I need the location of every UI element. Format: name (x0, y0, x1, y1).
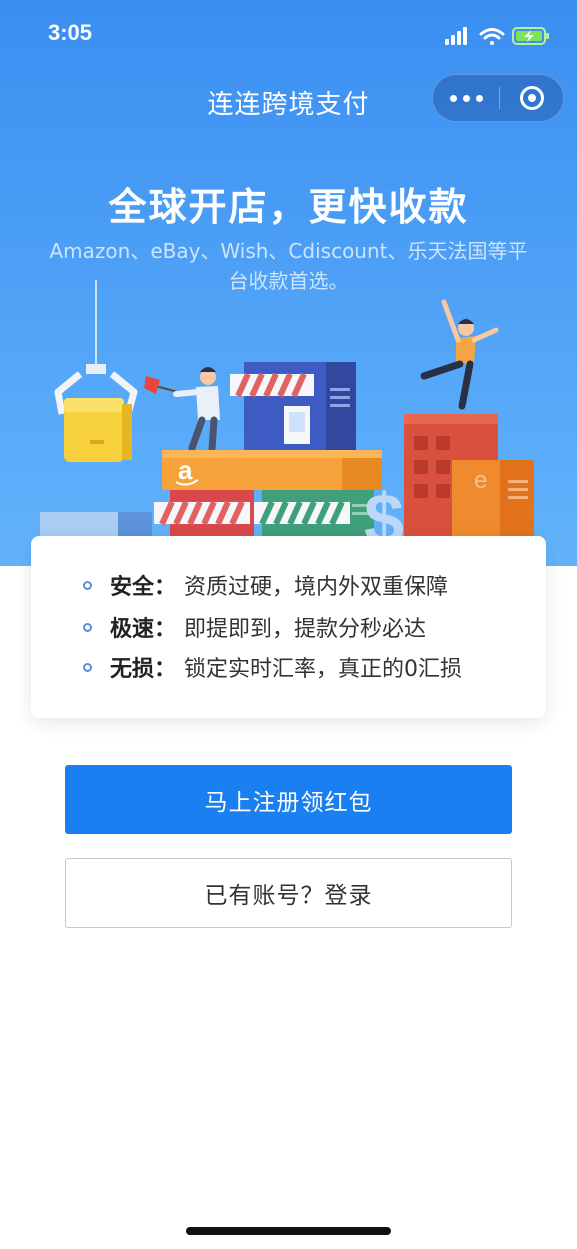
more-button[interactable] (433, 75, 499, 121)
amazon-logo-letter: a (178, 455, 193, 485)
login-button[interactable]: 已有账号？登录 (65, 858, 512, 928)
wifi-icon (479, 28, 505, 45)
feature-item-lossless: 无损 ： 锁定实时汇率，真正的0汇损 (83, 652, 462, 682)
close-button[interactable] (500, 75, 564, 121)
bullet-icon (83, 580, 92, 590)
person-with-flag-icon (144, 367, 220, 454)
signal-icon (445, 27, 467, 45)
feature-key: 无损 (110, 657, 155, 682)
battery-charging-icon (512, 27, 549, 45)
bullet-icon (83, 662, 92, 672)
feature-desc: 锁定实时汇率，真正的0汇损 (184, 657, 463, 682)
feature-desc: 即提即到，提款分秒必达 (184, 617, 427, 642)
status-icons (445, 27, 549, 45)
home-indicator (186, 1227, 391, 1235)
hero-illustration: a $ e (40, 280, 534, 566)
status-time: 3:05 (48, 20, 93, 45)
mini-program-capsule (432, 74, 564, 122)
bullet-icon (83, 622, 92, 632)
feature-colon: ： (154, 617, 177, 642)
hero-headline: 全球开店，更快收款 (108, 185, 469, 229)
feature-desc: 资质过硬，境内外双重保障 (184, 575, 449, 600)
storefront-icon (230, 362, 356, 452)
feature-colon: ： (154, 575, 177, 600)
feature-key: 安全 (110, 575, 155, 600)
feature-card: 安全 ： 资质过硬，境内外双重保障 极速 ： 即提即到，提款分秒必达 无损 ： … (31, 536, 546, 718)
ebay-logo-letter: e (474, 467, 487, 494)
feature-colon: ： (154, 657, 177, 682)
more-dots-icon (447, 94, 486, 102)
feature-key: 极速 (110, 617, 155, 642)
hero-banner: 3:05 连连跨境支付 全球开店，更快收款 Amazon、eBay、Wish、C… (0, 0, 577, 566)
register-button[interactable]: 马上注册领红包 (65, 765, 512, 834)
feature-item-security: 安全 ： 资质过硬，境内外双重保障 (83, 570, 448, 600)
jumping-person-icon (420, 299, 499, 410)
amazon-box-icon: a (162, 450, 382, 490)
feature-item-speed: 极速 ： 即提即到，提款分秒必达 (83, 612, 426, 642)
claw-crane-icon (54, 280, 138, 462)
target-circle-icon (520, 86, 544, 110)
